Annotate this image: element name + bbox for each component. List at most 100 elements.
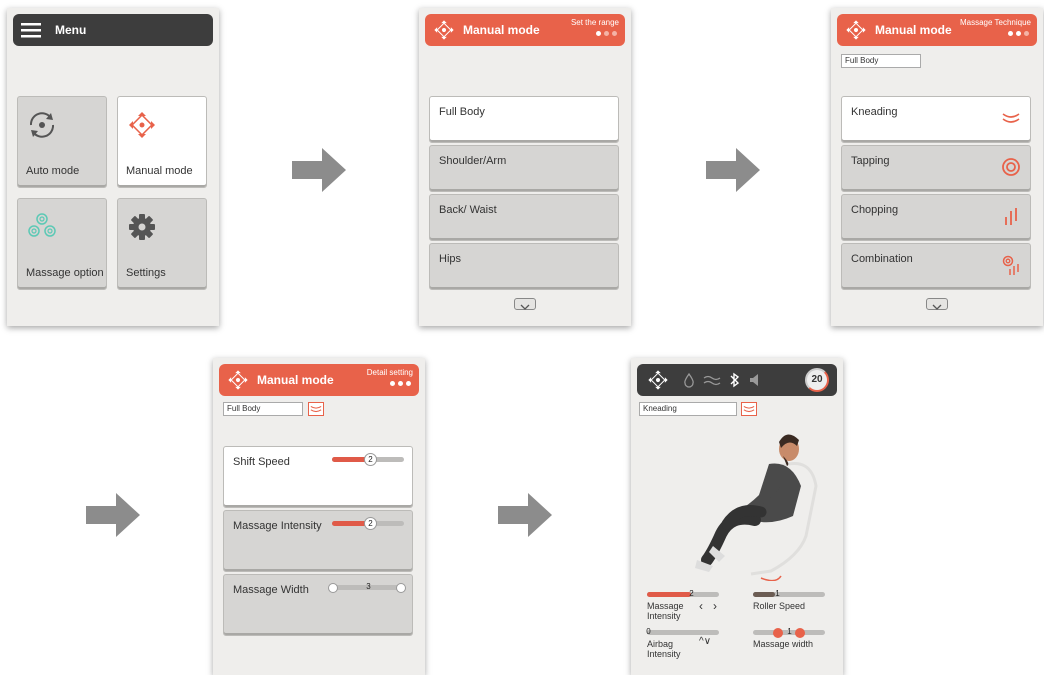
technique-item-kneading[interactable]: Kneading	[841, 96, 1031, 143]
slider-knob[interactable]: 2	[685, 588, 698, 601]
range-item-back-waist[interactable]: Back/ Waist	[429, 194, 619, 241]
chevron-down-icon	[932, 304, 942, 310]
detail-setting-screen: Manual mode Detail setting Full Body Shi…	[213, 358, 425, 675]
combination-icon	[1002, 255, 1019, 275]
range-item-full-body[interactable]: Full Body	[429, 96, 619, 143]
manual-mode-header: Manual mode Detail setting	[219, 364, 419, 396]
airbag-intensity-slider[interactable]: 0	[646, 627, 719, 636]
massage-balls-icon	[28, 213, 56, 237]
timer-badge: 20	[805, 368, 829, 392]
technique-item-chopping[interactable]: Chopping	[841, 194, 1031, 241]
flow-arrow-icon	[498, 493, 552, 537]
item-label: Full Body	[439, 106, 485, 118]
massage-width-slider[interactable]: 1	[753, 627, 825, 638]
slider-knob[interactable]: 2	[364, 453, 377, 466]
manual-mode-label: Manual mode	[126, 165, 193, 177]
massage-running-screen: 20 Kneading 2 Massage Intensity ‹ › 1 Ro…	[631, 358, 843, 675]
roller-speed-slider[interactable]: 1	[753, 589, 825, 598]
kneading-icon	[1002, 113, 1020, 123]
manual-mode-header: Manual mode Set the range	[425, 14, 625, 46]
menu-title: Menu	[55, 23, 87, 37]
airflow-icon[interactable]	[703, 373, 721, 387]
massage-option-tile[interactable]: Massage option	[17, 198, 107, 290]
range-item-hips[interactable]: Hips	[429, 243, 619, 290]
massage-chair-figure	[695, 434, 818, 581]
shift-speed-setting[interactable]: Shift Speed 2	[223, 446, 413, 508]
slider-end-knob	[773, 627, 783, 638]
massage-option-label: Massage option	[26, 267, 104, 279]
flow-arrow-icon	[706, 148, 760, 192]
step-dot	[406, 381, 411, 386]
kneading-icon	[308, 402, 324, 416]
airbag-intensity-label: Airbag Intensity	[647, 639, 681, 659]
speaker-icon[interactable]	[749, 373, 761, 387]
step-indicator	[596, 31, 617, 36]
massage-intensity-setting[interactable]: Massage Intensity 2	[223, 510, 413, 572]
auto-mode-label: Auto mode	[26, 165, 80, 177]
directional-pad-icon[interactable]	[647, 369, 669, 391]
flow-arrow-icon	[86, 493, 140, 537]
timer-value: 20	[811, 374, 823, 385]
range-field: Full Body	[841, 54, 921, 68]
step-dot	[596, 31, 601, 36]
item-label: Tapping	[851, 155, 890, 167]
massage-width-label: Massage width	[753, 639, 814, 649]
chevron-down-icon	[520, 304, 530, 310]
slider-end-knob	[396, 582, 406, 593]
increase-button[interactable]: ›	[713, 600, 717, 612]
directional-pad-icon	[434, 20, 454, 40]
status-header: 20	[637, 364, 837, 396]
step-label: Massage Technique	[959, 18, 1031, 27]
hamburger-menu-icon[interactable]	[21, 22, 43, 38]
airbag-up-down-button[interactable]: ^∨	[699, 637, 711, 647]
settings-label: Settings	[126, 267, 166, 279]
auto-mode-tile[interactable]: Auto mode	[17, 96, 107, 188]
item-label: Shoulder/Arm	[439, 155, 507, 167]
settings-tile[interactable]: Settings	[117, 198, 207, 290]
manual-mode-header: Manual mode Massage Technique	[837, 14, 1037, 46]
shift-speed-slider[interactable]: 2	[332, 453, 404, 466]
tapping-icon	[1002, 158, 1020, 176]
technique-item-combination[interactable]: Combination	[841, 243, 1031, 290]
setting-label: Massage Intensity	[233, 520, 322, 532]
massage-width-slider[interactable]: 3	[328, 582, 406, 593]
menu-screen: Menu Auto mode Manual mode Massage optio…	[7, 8, 219, 326]
slider-knob[interactable]: 0	[642, 626, 655, 639]
manual-mode-tile[interactable]: Manual mode	[117, 96, 207, 188]
massage-intensity-label: Massage Intensity	[647, 601, 684, 621]
range-field: Full Body	[223, 402, 303, 416]
massage-intensity-slider[interactable]: 2	[332, 517, 404, 530]
header-title: Manual mode	[257, 373, 334, 387]
directional-pad-icon	[846, 20, 866, 40]
slider-knob[interactable]: 1	[771, 588, 784, 601]
directional-pad-icon	[228, 370, 248, 390]
directional-pad-icon	[129, 112, 155, 138]
scroll-down-button[interactable]	[514, 298, 536, 310]
kneading-icon	[741, 402, 757, 416]
chopping-icon	[1005, 208, 1017, 225]
massage-intensity-slider[interactable]: 2	[647, 589, 719, 598]
slider-knob[interactable]: 3	[362, 581, 375, 594]
set-range-screen: Manual mode Set the range Full Body Shou…	[419, 8, 631, 326]
bluetooth-icon[interactable]	[729, 372, 741, 388]
menu-header: Menu	[13, 14, 213, 46]
decrease-button[interactable]: ‹	[699, 600, 703, 612]
item-label: Combination	[851, 253, 913, 265]
gear-icon	[129, 214, 155, 240]
technique-field: Kneading	[639, 402, 737, 416]
massage-width-setting[interactable]: Massage Width 3	[223, 574, 413, 636]
item-label: Back/ Waist	[439, 204, 497, 216]
massage-technique-screen: Manual mode Massage Technique Full Body …	[831, 8, 1043, 326]
scroll-down-button[interactable]	[926, 298, 948, 310]
range-item-shoulder-arm[interactable]: Shoulder/Arm	[429, 145, 619, 192]
flow-arrow-icon	[292, 148, 346, 192]
item-label: Chopping	[851, 204, 899, 216]
slider-knob[interactable]: 2	[364, 517, 377, 530]
heat-drop-icon[interactable]	[683, 373, 695, 388]
step-label: Set the range	[570, 18, 619, 27]
technique-item-tapping[interactable]: Tapping	[841, 145, 1031, 192]
header-title: Manual mode	[463, 23, 540, 37]
roller-speed-label: Roller Speed	[753, 601, 806, 611]
header-title: Manual mode	[875, 23, 952, 37]
step-dot	[1016, 31, 1021, 36]
